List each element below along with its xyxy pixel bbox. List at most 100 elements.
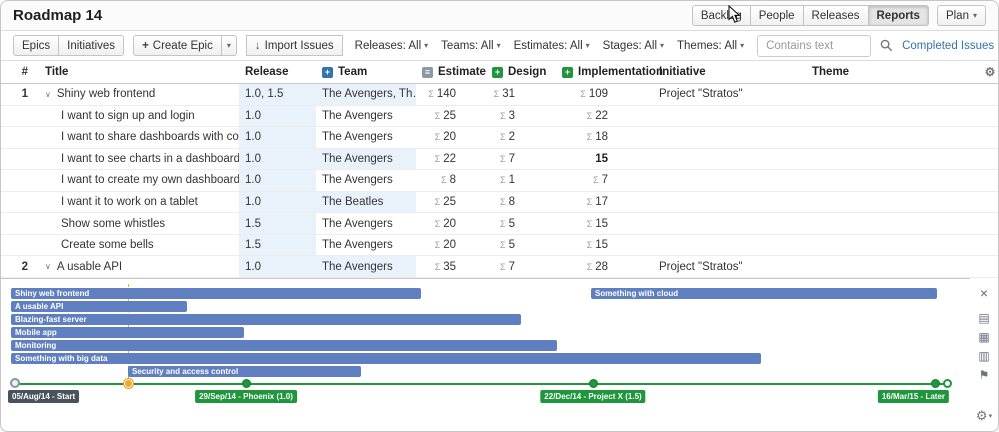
plan-button[interactable]: Plan ▾ <box>937 5 986 26</box>
issue-title-cell[interactable]: I want to create my own dashboards <box>37 170 239 191</box>
column-header-release[interactable]: Release <box>239 61 316 83</box>
initiative-cell[interactable] <box>653 106 806 127</box>
timeline-settings-button[interactable]: ⚙ ▾ <box>976 408 992 424</box>
flag-icon[interactable]: ⚑ <box>979 369 990 381</box>
theme-cell[interactable] <box>806 256 980 277</box>
initiative-cell[interactable] <box>653 192 806 213</box>
initiative-cell[interactable] <box>653 170 806 191</box>
issue-title-cell[interactable]: Show some whistles <box>37 213 239 234</box>
issue-title-cell[interactable]: ∨Shiny web frontend <box>37 84 239 105</box>
column-header-initiative[interactable]: Initiative <box>653 61 806 83</box>
column-header-team[interactable]: + Team <box>316 61 416 83</box>
gantt-bar[interactable]: Something with big data <box>11 353 761 364</box>
design-cell[interactable]: Σ1 <box>486 170 556 191</box>
issue-title-cell[interactable]: ∨A usable API <box>37 256 239 277</box>
column-header-implementation[interactable]: + Implementation <box>556 61 653 83</box>
release-cell[interactable]: 1.5 <box>239 235 316 256</box>
implementation-cell[interactable]: Σ15 <box>556 213 653 234</box>
panel-view-icon[interactable]: ▥ <box>978 350 989 362</box>
team-cell[interactable]: The Beatles <box>316 192 416 213</box>
gantt-bar[interactable]: Mobile app <box>11 327 244 338</box>
implementation-cell[interactable]: Σ17 <box>556 192 653 213</box>
release-cell[interactable]: 1.0 <box>239 106 316 127</box>
nav-button-people[interactable]: People <box>750 5 804 26</box>
design-cell[interactable]: Σ7 <box>486 149 556 170</box>
column-header-estimate[interactable]: ≡ Estimate <box>416 61 486 83</box>
release-cell[interactable]: 1.0 <box>239 192 316 213</box>
theme-cell[interactable] <box>806 192 980 213</box>
team-cell[interactable]: The Avengers <box>316 235 416 256</box>
column-header-design[interactable]: + Design <box>486 61 556 83</box>
theme-cell[interactable] <box>806 84 980 105</box>
nav-button-releases[interactable]: Releases <box>803 5 869 26</box>
table-settings-button[interactable]: ⚙ <box>980 61 999 83</box>
initiative-cell[interactable] <box>653 213 806 234</box>
chevron-down-icon[interactable]: ∨ <box>45 90 51 99</box>
release-cell[interactable]: 1.0 <box>239 256 316 277</box>
epics-button[interactable]: Epics <box>13 35 59 56</box>
team-cell[interactable]: The Avengers <box>316 256 416 277</box>
implementation-cell[interactable]: 15 <box>556 149 653 170</box>
estimate-cell[interactable]: Σ35 <box>416 256 486 277</box>
filter-dropdown-teams[interactable]: Teams: All▾ <box>441 40 500 52</box>
gantt-bar[interactable]: Something with cloud <box>591 288 937 299</box>
implementation-cell[interactable]: Σ7 <box>556 170 653 191</box>
nav-button-reports[interactable]: Reports <box>868 5 929 26</box>
table-view-icon[interactable]: ▦ <box>978 331 989 343</box>
team-cell[interactable]: The Avengers <box>316 170 416 191</box>
issue-title-cell[interactable]: I want it to work on a tablet <box>37 192 239 213</box>
timeline-marker[interactable] <box>931 379 940 388</box>
release-cell[interactable]: 1.0 <box>239 149 316 170</box>
nav-button-backlog[interactable]: Backlog <box>692 5 751 26</box>
issue-title-cell[interactable]: I want to sign up and login <box>37 106 239 127</box>
implementation-cell[interactable]: Σ109 <box>556 84 653 105</box>
create-epic-caret-button[interactable]: ▾ <box>221 35 237 56</box>
timeline-marker[interactable] <box>589 379 598 388</box>
team-cell[interactable]: The Avengers <box>316 127 416 148</box>
team-cell[interactable]: The Avengers <box>316 149 416 170</box>
contains-text-input[interactable] <box>757 35 871 57</box>
gantt-bar[interactable]: Security and access control <box>128 366 361 377</box>
create-epic-button[interactable]: + Create Epic <box>133 35 222 56</box>
estimate-cell[interactable]: Σ25 <box>416 192 486 213</box>
issue-title-cell[interactable]: I want to share dashboards with colleagu… <box>37 127 239 148</box>
design-cell[interactable]: Σ2 <box>486 127 556 148</box>
design-cell[interactable]: Σ7 <box>486 256 556 277</box>
design-cell[interactable]: Σ3 <box>486 106 556 127</box>
column-header-title[interactable]: Title <box>37 61 239 83</box>
estimate-cell[interactable]: Σ20 <box>416 235 486 256</box>
search-icon[interactable] <box>880 39 893 52</box>
initiative-cell[interactable] <box>653 127 806 148</box>
estimate-cell[interactable]: Σ8 <box>416 170 486 191</box>
implementation-cell[interactable]: Σ28 <box>556 256 653 277</box>
team-cell[interactable]: The Avengers <box>316 106 416 127</box>
theme-cell[interactable] <box>806 149 980 170</box>
timeline-marker[interactable] <box>242 379 251 388</box>
initiative-cell[interactable]: Project "Stratos" <box>653 84 806 105</box>
today-marker[interactable] <box>124 379 133 388</box>
issue-title-cell[interactable]: I want to see charts in a dashboard <box>37 149 239 170</box>
theme-cell[interactable] <box>806 235 980 256</box>
filter-dropdown-estimates[interactable]: Estimates: All▾ <box>514 40 590 52</box>
chart-view-icon[interactable]: ▤ <box>978 312 989 324</box>
theme-cell[interactable] <box>806 170 980 191</box>
gantt-bar[interactable]: Blazing-fast server <box>11 314 521 325</box>
completed-issues-link[interactable]: Completed Issues <box>902 40 994 52</box>
filter-dropdown-stages[interactable]: Stages: All▾ <box>603 40 664 52</box>
design-cell[interactable]: Σ8 <box>486 192 556 213</box>
theme-cell[interactable] <box>806 127 980 148</box>
release-cell[interactable]: 1.0, 1.5 <box>239 84 316 105</box>
gantt-bar[interactable]: A usable API <box>11 301 187 312</box>
gantt-bar[interactable]: Monitoring <box>11 340 557 351</box>
estimate-cell[interactable]: Σ140 <box>416 84 486 105</box>
import-issues-button[interactable]: ↓ Import Issues <box>246 35 343 56</box>
estimate-cell[interactable]: Σ20 <box>416 213 486 234</box>
estimate-cell[interactable]: Σ20 <box>416 127 486 148</box>
release-cell[interactable]: 1.5 <box>239 213 316 234</box>
initiative-cell[interactable] <box>653 149 806 170</box>
implementation-cell[interactable]: Σ18 <box>556 127 653 148</box>
column-header-theme[interactable]: Theme <box>806 61 980 83</box>
close-icon[interactable]: × <box>980 286 988 300</box>
column-header-num[interactable]: # <box>1 61 37 83</box>
issue-title-cell[interactable]: Create some bells <box>37 235 239 256</box>
